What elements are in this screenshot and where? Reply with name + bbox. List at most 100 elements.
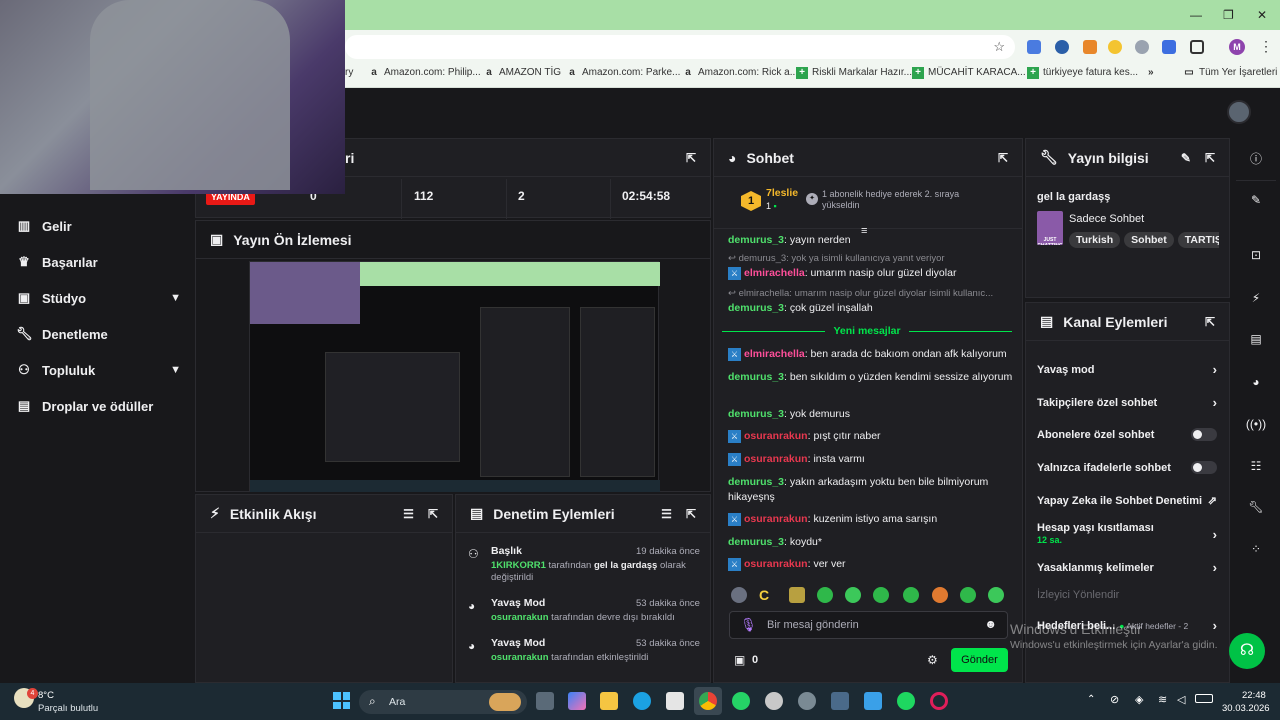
popout-icon[interactable]: ⇱ (1205, 151, 1215, 165)
profile-avatar[interactable]: M (1229, 39, 1245, 55)
category-thumbnail[interactable]: JUST CHATTING (1037, 211, 1063, 245)
extension-icon[interactable] (1083, 40, 1097, 54)
info-icon[interactable]: ⓘ (1245, 148, 1267, 170)
bookmark[interactable]: a Amazon.com: Philip... (368, 67, 481, 79)
action-account-age[interactable]: Hesap yaşı kısıtlaması 12 sa. › (1037, 522, 1217, 546)
emote-icon[interactable] (873, 587, 889, 603)
battery-icon[interactable] (1195, 694, 1213, 703)
bookmark[interactable]: a Amazon.com: Rick a... (682, 67, 798, 79)
toggle-switch[interactable] (1191, 428, 1217, 441)
gear-icon[interactable]: ⚙ (927, 653, 938, 667)
tray-icon[interactable]: ⊘ (1110, 693, 1119, 706)
action-ai-moderation[interactable]: Yapay Zeka ile Sohbet Denetimi ⇗ (1037, 494, 1217, 508)
chat-username[interactable]: demurus_3 (728, 371, 784, 383)
nav-denetleme[interactable]: 🔧︎ Denetleme (16, 326, 181, 342)
tag[interactable]: Turkish (1069, 232, 1121, 248)
mail-icon[interactable] (765, 692, 783, 710)
volume-icon[interactable]: ◁ (1177, 693, 1185, 706)
popout-icon[interactable]: ⇱ (686, 151, 696, 165)
emote-icon[interactable] (817, 587, 833, 603)
minimize-icon[interactable]: — (1190, 8, 1202, 22)
chat-input[interactable]: 🎙︎ Bir mesaj gönderin ☻ (729, 611, 1008, 639)
extension-icon[interactable] (1055, 40, 1069, 54)
nav-studyo[interactable]: ▣ Stüdyo ▼ (16, 290, 181, 306)
tray-icon[interactable]: ◈ (1135, 693, 1143, 706)
modlog-user[interactable]: osuranrakun (491, 612, 549, 623)
opera-icon[interactable] (930, 692, 948, 710)
chat-username[interactable]: demurus_3 (728, 302, 784, 314)
emote-icon[interactable] (903, 587, 919, 603)
tag[interactable]: TARTIŞ (1177, 232, 1219, 248)
stream-preview-video[interactable] (249, 261, 660, 492)
tray-chevron-up-icon[interactable]: ⌃ (1087, 694, 1095, 705)
bookmark[interactable]: a AMAZON TİG (483, 67, 561, 79)
spotify-icon[interactable] (897, 692, 915, 710)
modlog-user[interactable]: osuranrakun (491, 652, 549, 663)
tag[interactable]: Sohbet (1124, 232, 1174, 248)
broadcast-icon[interactable]: ((•)) (1245, 413, 1267, 435)
all-bookmarks[interactable]: ▭ Tüm Yer İşaretleri (1183, 67, 1277, 79)
modlog-user[interactable]: 1KIRKORR1 (491, 560, 546, 571)
store-icon[interactable] (666, 692, 684, 710)
category-name[interactable]: Sadece Sohbet (1069, 213, 1144, 225)
clip-icon[interactable]: ⊡ (1245, 244, 1267, 266)
bookmark[interactable]: a Amazon.com: Parke... (566, 67, 680, 79)
nav-droplar[interactable]: ▤ Droplar ve ödüller (16, 398, 181, 414)
menu-icon[interactable]: ⋮ (1259, 38, 1273, 55)
layout-icon[interactable]: ☷ (1245, 455, 1267, 477)
hype-user[interactable]: 7leslie (766, 187, 798, 199)
extension-icon[interactable] (1162, 40, 1176, 54)
toggle-switch[interactable] (1191, 461, 1217, 474)
emote-icon[interactable] (932, 587, 948, 603)
chat-username[interactable]: elmirachella (744, 267, 805, 279)
task-view-icon[interactable] (536, 692, 554, 710)
clock-date[interactable]: 30.03.2026 (1222, 703, 1270, 714)
pencil-icon[interactable]: ✎ (1245, 189, 1267, 211)
action-followers-only[interactable]: Takipçilere özel sohbet › (1037, 395, 1217, 410)
chat-username[interactable]: demurus_3 (728, 234, 784, 245)
more-bookmarks[interactable]: » (1148, 67, 1154, 78)
calculator-icon[interactable] (831, 692, 849, 710)
star-icon[interactable]: ☆ (993, 39, 1005, 55)
weather-temp[interactable]: 8°C (38, 690, 54, 701)
chat-username[interactable]: demurus_3 (728, 408, 784, 420)
bookmark[interactable]: + Riskli Markalar Hazır... (796, 67, 912, 79)
action-banned-words[interactable]: Yasaklanmış kelimeler › (1037, 560, 1217, 575)
filter-icon[interactable]: ☰ (661, 507, 672, 521)
action-emote-only[interactable]: Yalnızca ifadelerle sohbet (1037, 461, 1217, 474)
popout-icon[interactable]: ⇱ (428, 507, 438, 521)
file-explorer-icon[interactable] (600, 692, 618, 710)
steam-icon[interactable] (798, 692, 816, 710)
chat-username[interactable]: osuranrakun (744, 453, 808, 465)
action-subscribers-only[interactable]: Abonelere özel sohbet (1037, 428, 1217, 441)
close-icon[interactable]: ✕ (1257, 8, 1267, 22)
chat-username[interactable]: demurus_3 (728, 536, 784, 548)
emote-icon[interactable] (731, 587, 747, 603)
extension-icon[interactable] (1108, 40, 1122, 54)
bolt-icon[interactable]: ⚡︎ (1245, 287, 1267, 309)
notepad-icon[interactable] (864, 692, 882, 710)
restore-icon[interactable]: ❐ (1223, 8, 1234, 22)
emoji-icon[interactable]: ☻ (984, 617, 997, 631)
puzzle-icon[interactable] (1190, 40, 1204, 54)
chat-username[interactable]: osuranrakun (744, 430, 808, 442)
emote-icon[interactable] (845, 587, 861, 603)
microphone-icon[interactable]: 🎙︎ (740, 617, 757, 633)
filter-icon[interactable]: ☰ (403, 507, 414, 521)
chrome-icon[interactable] (699, 692, 717, 710)
wrench-icon[interactable]: 🔧︎ (1245, 496, 1267, 518)
nav-gelir[interactable]: ▥ Gelir (16, 218, 181, 234)
headset-support-icon[interactable]: ☊ (1229, 633, 1265, 669)
translate-icon[interactable] (1027, 40, 1041, 54)
copilot-icon[interactable] (568, 692, 586, 710)
send-button[interactable]: Gönder (951, 648, 1008, 672)
extension-icon[interactable] (1135, 40, 1149, 54)
url-bar[interactable]: ☆ (345, 35, 1015, 59)
document-icon[interactable]: ▤ (1245, 328, 1267, 350)
chat-bubble-icon[interactable]: ◕ (1245, 371, 1267, 393)
points-icon[interactable]: ▣ (734, 653, 745, 667)
emote-icon[interactable]: C (759, 587, 775, 603)
chat-username[interactable]: demurus_3 (728, 476, 784, 488)
emote-icon[interactable] (960, 587, 976, 603)
taskbar-search[interactable]: ⌕ Ara (359, 690, 527, 714)
